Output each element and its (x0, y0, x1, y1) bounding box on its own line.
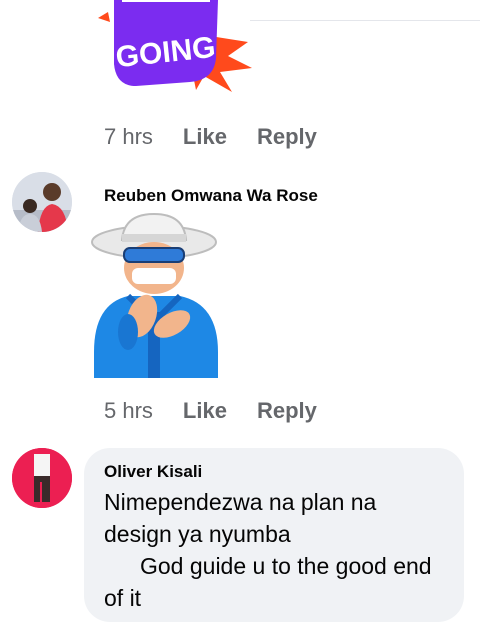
comment-actions: 5 hrs Like Reply (104, 398, 347, 424)
divider (250, 20, 480, 21)
like-button[interactable]: Like (183, 398, 227, 424)
comment-text-line: design ya nyumba (104, 521, 291, 547)
like-button[interactable]: Like (183, 124, 227, 150)
keep-going-sticker[interactable]: GOING (92, 0, 252, 96)
comment-text: Nimependezwa na plan na design ya nyumba… (104, 486, 454, 614)
comment-actions: 7 hrs Like Reply (104, 124, 347, 150)
avatar[interactable] (12, 448, 72, 508)
comment-bubble: Oliver Kisali Nimependezwa na plan na de… (84, 448, 464, 622)
cowboy-sticker[interactable] (88, 212, 240, 384)
comment-author[interactable]: Reuben Omwana Wa Rose (104, 186, 318, 206)
comment-text-line: of it (104, 585, 142, 611)
avatar[interactable] (12, 172, 72, 232)
comment-text-line: Nimependezwa na plan na (104, 489, 377, 515)
reply-button[interactable]: Reply (257, 398, 317, 424)
comment-timestamp[interactable]: 7 hrs (104, 124, 153, 150)
comment-text-line: God guide u to the good end (140, 553, 432, 579)
reply-button[interactable]: Reply (257, 124, 317, 150)
comment-author[interactable]: Oliver Kisali (104, 462, 202, 482)
comment-timestamp[interactable]: 5 hrs (104, 398, 153, 424)
